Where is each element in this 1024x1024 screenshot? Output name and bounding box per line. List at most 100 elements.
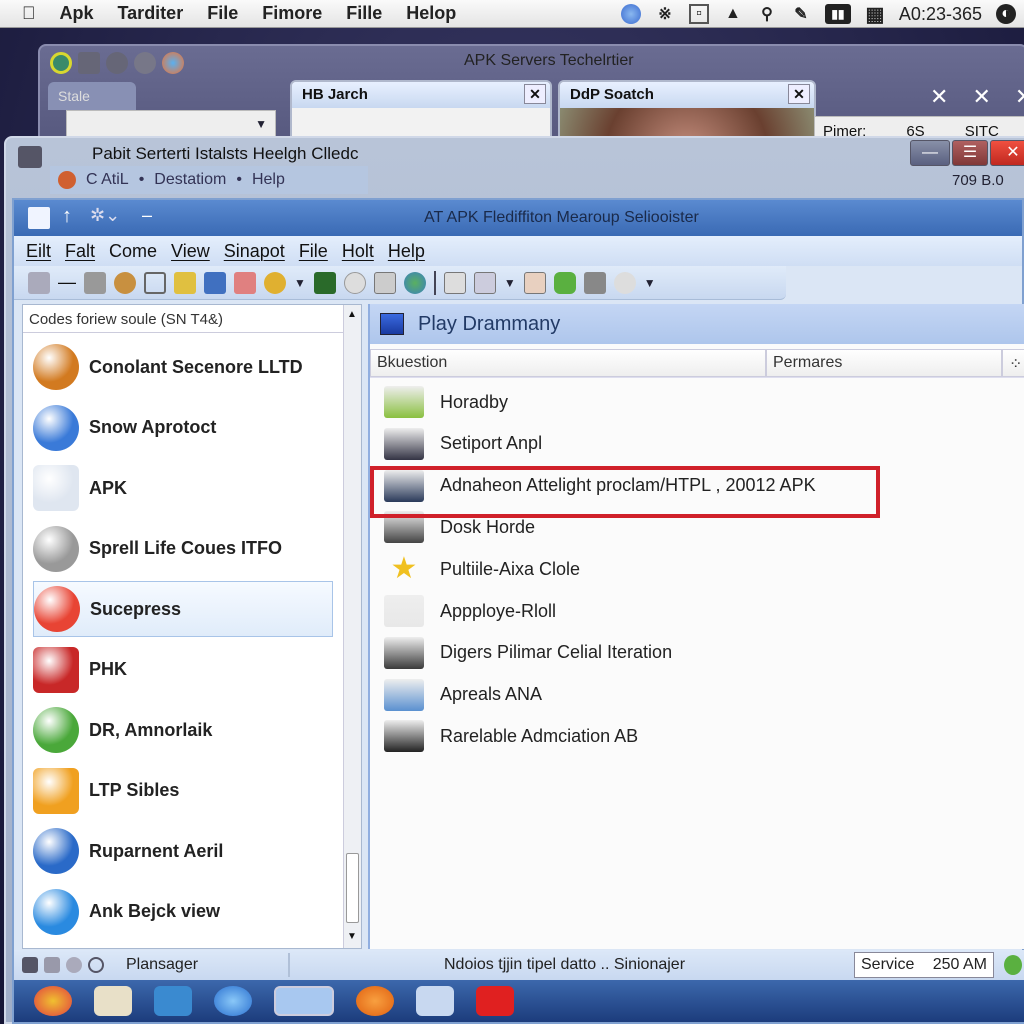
scroll-thumb[interactable] bbox=[346, 853, 359, 923]
close-icon[interactable]: ✕ bbox=[972, 84, 990, 110]
youtube-icon[interactable] bbox=[476, 986, 514, 1016]
left-list-item[interactable]: Snow Aprotoct bbox=[33, 400, 333, 456]
globe-people-icon[interactable] bbox=[114, 271, 136, 294]
dashboard-icon[interactable] bbox=[416, 986, 454, 1016]
green-circle-icon[interactable] bbox=[50, 52, 72, 74]
left-list-item[interactable]: Ank Bejck view bbox=[33, 884, 333, 940]
close-icon[interactable]: ✕ bbox=[930, 84, 948, 110]
menu-come[interactable]: Come bbox=[109, 241, 157, 262]
airplay-icon[interactable]: ▲ bbox=[723, 4, 743, 24]
transfer-icon[interactable] bbox=[583, 271, 606, 294]
menu-apk[interactable]: Apk bbox=[60, 3, 94, 24]
notes-icon[interactable] bbox=[94, 986, 132, 1016]
search-icon[interactable]: ⚲ bbox=[757, 4, 777, 24]
clock[interactable]: A0:23-365 bbox=[899, 4, 982, 25]
phone-icon[interactable] bbox=[22, 957, 38, 973]
left-list-item[interactable]: PHK bbox=[33, 642, 333, 698]
scroll-up-icon[interactable]: ▲ bbox=[347, 309, 357, 320]
menu-view[interactable]: View bbox=[171, 241, 210, 262]
orange-app-icon[interactable] bbox=[356, 986, 394, 1016]
menu-helop[interactable]: Helop bbox=[406, 3, 456, 24]
up-arrow-icon[interactable]: ↑ bbox=[62, 205, 72, 228]
menu-falt[interactable]: Falt bbox=[65, 241, 95, 262]
apple-logo-icon[interactable]:  bbox=[22, 3, 36, 24]
menu-app-icon[interactable] bbox=[58, 171, 76, 189]
chevron-down-icon[interactable]: ▼ bbox=[504, 276, 516, 290]
menu-tarditer[interactable]: Tarditer bbox=[118, 3, 184, 24]
colorful-globe-icon[interactable] bbox=[162, 52, 184, 74]
minimize-button[interactable]: — bbox=[910, 140, 950, 166]
left-list-item[interactable]: LTP Sibles bbox=[33, 763, 333, 819]
menu-help[interactable]: Help bbox=[388, 241, 425, 262]
image-edit-icon[interactable] bbox=[28, 271, 50, 294]
vertical-scrollbar[interactable]: ▲ ▼ bbox=[343, 305, 361, 948]
left-list-item[interactable]: APK bbox=[33, 460, 333, 516]
battery-icon[interactable]: ▮▮ bbox=[824, 4, 851, 24]
notes-icon[interactable] bbox=[174, 271, 196, 294]
tools-icon[interactable]: ✲⌄ bbox=[90, 205, 120, 226]
app-store-icon[interactable] bbox=[154, 986, 192, 1016]
menu-eilt[interactable]: Eilt bbox=[26, 241, 51, 262]
panel-icon[interactable] bbox=[473, 271, 496, 294]
user-tools-icon[interactable] bbox=[264, 271, 286, 294]
back-tab[interactable]: Stale bbox=[48, 82, 136, 110]
right-list-item[interactable]: Rarelable Admciation AB bbox=[384, 716, 638, 756]
document-icon[interactable] bbox=[84, 271, 106, 294]
left-list-item[interactable]: Sprell Life Coues ITFO bbox=[33, 521, 333, 577]
menu-fille[interactable]: Fille bbox=[346, 3, 382, 24]
menu-holt[interactable]: Holt bbox=[342, 241, 374, 262]
close-button[interactable]: ✕ bbox=[990, 140, 1024, 166]
scroll-down-icon[interactable]: ▼ bbox=[347, 931, 357, 942]
android-icon[interactable] bbox=[553, 271, 576, 294]
film-icon[interactable] bbox=[78, 52, 100, 74]
slides-icon[interactable] bbox=[523, 271, 546, 294]
grid-icon[interactable]: ▦ bbox=[865, 4, 885, 26]
folder-icon[interactable] bbox=[44, 957, 60, 973]
minus-icon[interactable]: – bbox=[142, 205, 152, 226]
right-list-item[interactable]: Setiport Anpl bbox=[384, 424, 542, 464]
network-globe-icon[interactable] bbox=[620, 4, 641, 24]
menu-atil[interactable]: C AtiL bbox=[86, 171, 129, 189]
disk-icon[interactable] bbox=[66, 957, 82, 973]
cards-icon[interactable] bbox=[204, 271, 226, 294]
clipboard-icon[interactable] bbox=[234, 271, 256, 294]
info-icon[interactable] bbox=[88, 957, 104, 973]
right-list-item[interactable]: Apreals ANA bbox=[384, 675, 542, 715]
column-options-icon[interactable]: ⁘ bbox=[1002, 348, 1024, 377]
screen-capture-icon[interactable]: ▫ bbox=[688, 4, 709, 24]
photos-icon[interactable] bbox=[34, 986, 72, 1016]
left-list-item[interactable]: DR, Amnorlaik bbox=[33, 702, 333, 758]
chevron-down-icon[interactable]: ▼ bbox=[294, 276, 306, 290]
maximize-button[interactable]: ☰ bbox=[952, 140, 988, 166]
close-icon[interactable]: ✕ bbox=[1015, 84, 1024, 110]
book-icon[interactable] bbox=[106, 52, 128, 74]
chevron-down-icon[interactable]: ▼ bbox=[644, 276, 656, 290]
music-icon[interactable] bbox=[313, 271, 336, 294]
monitor-icon[interactable] bbox=[274, 986, 334, 1016]
refresh-icon[interactable] bbox=[613, 271, 636, 294]
column-header-bkuestion[interactable]: Bkuestion bbox=[370, 348, 766, 377]
menu-file[interactable]: File bbox=[299, 241, 328, 262]
right-list-item[interactable]: Digers Pilimar Celial Iteration bbox=[384, 633, 672, 673]
android-status-icon[interactable] bbox=[1004, 955, 1022, 975]
menu-file[interactable]: File bbox=[207, 3, 238, 24]
safari-icon[interactable] bbox=[214, 986, 252, 1016]
right-list-item[interactable]: Horadby bbox=[384, 382, 508, 422]
column-header-permares[interactable]: Permares bbox=[766, 348, 1002, 377]
clock-icon[interactable] bbox=[343, 271, 366, 294]
chat-icon[interactable] bbox=[144, 271, 166, 294]
right-list-item[interactable]: ★ Pultiile-Aixa Clole bbox=[384, 549, 581, 589]
back-dropdown[interactable]: ▼ bbox=[66, 110, 276, 138]
menu-help[interactable]: Help bbox=[252, 171, 285, 189]
left-list-item[interactable]: Ruparnent Aeril bbox=[33, 823, 333, 879]
thermometer-icon[interactable] bbox=[134, 52, 156, 74]
right-list-item[interactable]: Appploye-Rloll bbox=[384, 591, 556, 631]
window-icon[interactable] bbox=[443, 271, 466, 294]
close-icon[interactable]: ✕ bbox=[524, 84, 546, 104]
menu-destatiom[interactable]: Destatiom bbox=[154, 171, 226, 189]
menu-sinapot[interactable]: Sinapot bbox=[224, 241, 285, 262]
pen-icon[interactable]: ✎ bbox=[791, 4, 811, 24]
bluetooth-icon[interactable]: ※ bbox=[655, 4, 675, 24]
document-icon[interactable] bbox=[28, 207, 50, 229]
left-list-item[interactable]: Sucepress bbox=[33, 581, 333, 637]
